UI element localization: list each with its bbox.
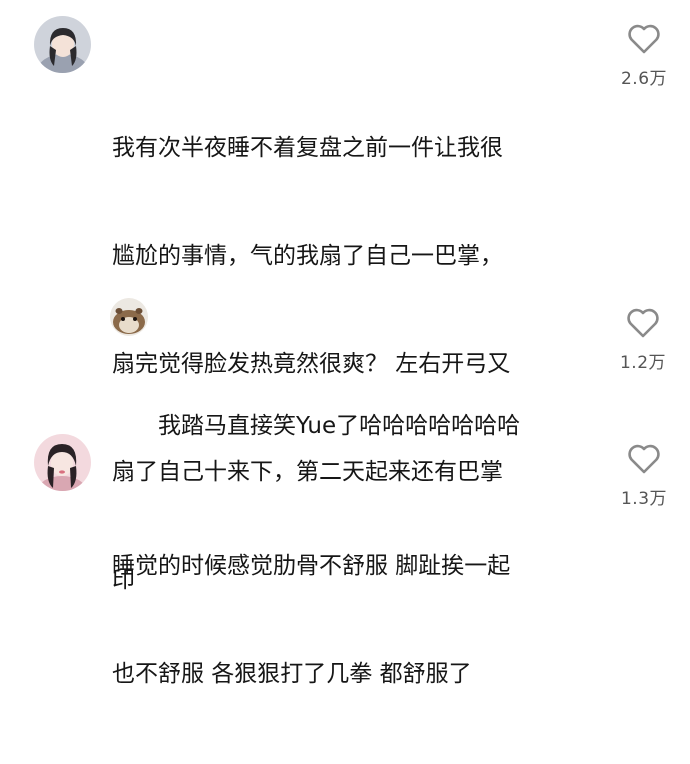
like-count: 1.2万 xyxy=(619,353,667,373)
comment-line: 睡觉的时候感觉肋骨不舒服 脚趾挨一起 xyxy=(112,553,511,579)
like-button[interactable]: 1.2万 xyxy=(613,308,673,373)
avatar[interactable] xyxy=(110,298,148,336)
avatar[interactable] xyxy=(34,16,91,73)
comment-line: 我踏马直接笑Yue了哈哈哈哈哈哈哈 xyxy=(158,413,521,439)
comment-text: 睡觉的时候感觉肋骨不舒服 脚趾挨一起 也不舒服 各狠狠打了几拳 都舒服了 xyxy=(112,476,510,764)
like-button[interactable]: 2.6万 xyxy=(614,24,674,89)
comment-line: 尴尬的事情，气的我扇了自己一巴掌， xyxy=(112,243,503,269)
like-button[interactable]: 1.3万 xyxy=(614,444,674,509)
heart-outline-icon xyxy=(628,24,660,54)
avatar[interactable] xyxy=(34,434,91,491)
heart-outline-icon xyxy=(627,308,659,338)
comment-line: 也不舒服 各狠狠打了几拳 都舒服了 xyxy=(112,661,472,687)
heart-outline-icon xyxy=(628,444,660,474)
comment-line: 我有次半夜睡不着复盘之前一件让我很 xyxy=(112,135,503,161)
like-count: 1.3万 xyxy=(620,489,668,509)
like-count: 2.6万 xyxy=(620,69,668,89)
